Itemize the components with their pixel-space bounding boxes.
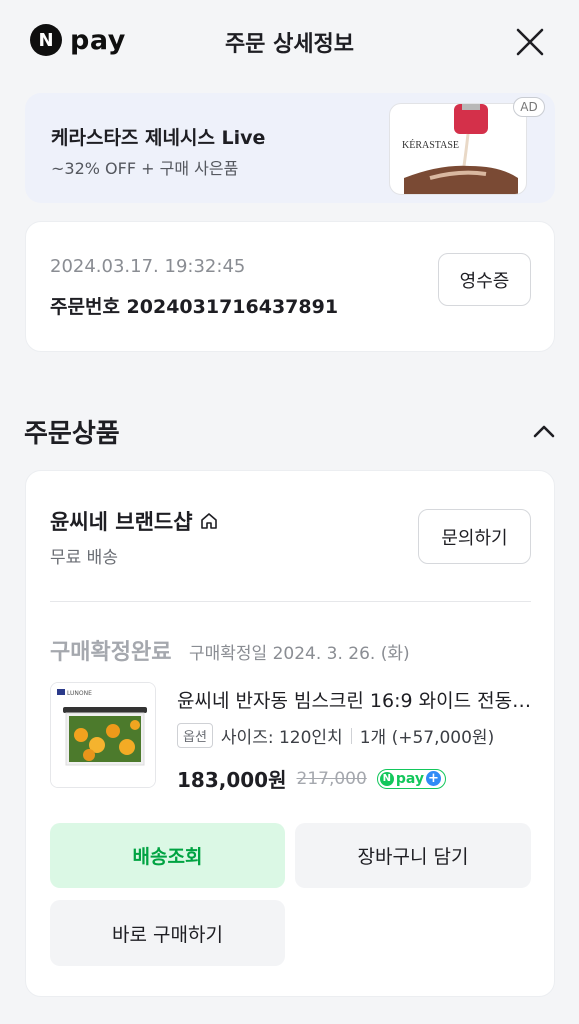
ad-subtitle: ~32% OFF + 구매 사은품 — [51, 159, 239, 178]
order-date: 2024.03.17. 19:32:45 — [50, 256, 246, 277]
inquiry-button[interactable]: 문의하기 — [418, 509, 531, 564]
thumb-brand-text: LUNONE — [67, 690, 92, 697]
close-icon[interactable] — [515, 27, 545, 57]
npay-badge-text: pay — [395, 770, 424, 787]
product-option-row: 옵션 사이즈: 120인치 1개 (+57,000원) — [177, 723, 494, 748]
buy-now-button[interactable]: 바로 구매하기 — [50, 900, 285, 966]
product-image: LUNONE — [51, 683, 155, 787]
ad-image: KÉRASTASE — [389, 103, 527, 195]
option-separator — [350, 727, 352, 744]
ad-tag: AD — [513, 97, 545, 117]
chevron-up-icon[interactable] — [532, 422, 556, 440]
receipt-button[interactable]: 영수증 — [438, 253, 531, 306]
npay-plus-badge: N pay + — [376, 768, 446, 789]
order-item-card: 윤씨네 브랜드샵 무료 배송 문의하기 구매확정완료 구매확정일 2024. 3… — [25, 470, 555, 997]
order-number: 주문번호 2024031716437891 — [50, 296, 339, 318]
product-thumbnail[interactable]: LUNONE — [50, 682, 156, 788]
track-delivery-button[interactable]: 배송조회 — [50, 823, 285, 888]
section-title-order-items: 주문상품 — [24, 419, 120, 449]
option-tag: 옵션 — [177, 723, 213, 748]
price-row: 183,000원 217,000 N pay + — [177, 764, 446, 793]
home-icon — [200, 513, 217, 529]
add-to-cart-button[interactable]: 장바구니 담기 — [295, 823, 531, 888]
order-status: 구매확정완료 — [50, 640, 172, 665]
ad-brand-text: KÉRASTASE — [402, 139, 459, 151]
npay-logo-text: pay — [70, 24, 126, 56]
store-name[interactable]: 윤씨네 브랜드샵 — [50, 506, 219, 536]
npay-badge-mark: N — [379, 771, 394, 786]
product-price: 183,000원 — [177, 768, 287, 792]
header: N pay 주문 상세정보 — [0, 0, 579, 84]
page-title: 주문 상세정보 — [224, 32, 355, 57]
npay-logo[interactable]: N pay — [30, 24, 126, 56]
order-info-card: 2024.03.17. 19:32:45 주문번호 20240317164378… — [25, 221, 555, 352]
divider — [50, 601, 531, 602]
shipping-info: 무료 배송 — [50, 548, 118, 568]
confirm-date: 구매확정일 2024. 3. 26. (화) — [189, 644, 410, 664]
plus-icon: + — [425, 771, 441, 786]
ad-title: 케라스타즈 제네시스 Live — [51, 127, 266, 149]
product-name[interactable]: 윤씨네 반자동 빔스크린 16:9 와이드 전동 스크린 — [177, 686, 532, 713]
store-name-label: 윤씨네 브랜드샵 — [50, 510, 193, 534]
ad-product-illustration: KÉRASTASE — [402, 104, 518, 194]
npay-logo-mark: N — [30, 24, 62, 56]
product-quantity: 1개 (+57,000원) — [359, 728, 495, 748]
product-option: 사이즈: 120인치 — [220, 728, 343, 748]
ad-banner[interactable]: 케라스타즈 제네시스 Live ~32% OFF + 구매 사은품 KÉRAST… — [25, 93, 555, 203]
original-price: 217,000 — [296, 768, 367, 789]
